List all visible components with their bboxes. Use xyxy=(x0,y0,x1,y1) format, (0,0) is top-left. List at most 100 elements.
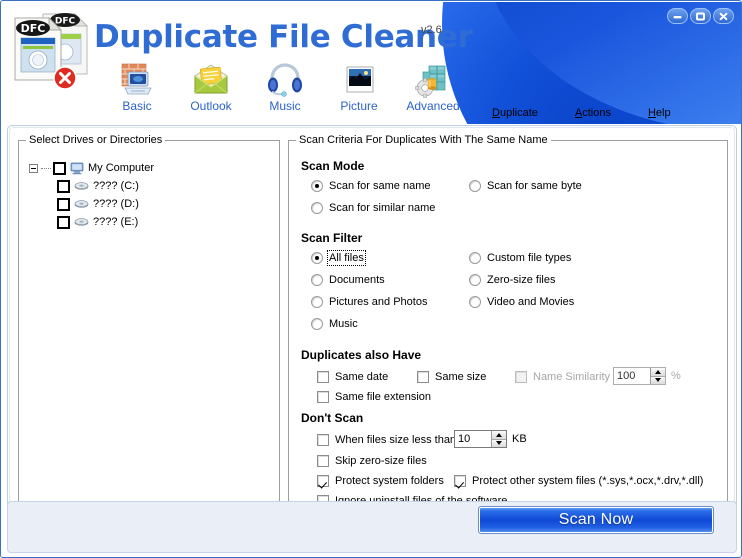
spinner-value[interactable]: 100 xyxy=(614,368,650,384)
toolbar-item-label: Music xyxy=(269,99,301,113)
tree-node-drive-c[interactable]: ???? (C:) xyxy=(29,177,269,195)
kb-unit-label: KB xyxy=(512,433,527,445)
checkbox-skip-zero-size-files[interactable]: Skip zero-size files xyxy=(317,455,427,467)
toolbar-item-outlook[interactable]: Outlook xyxy=(172,60,250,113)
checkbox-label: Protect other system files (*.sys,*.ocx,… xyxy=(472,475,704,487)
checkbox-label: When files size less than xyxy=(335,434,457,446)
checkbox-label: Same file extension xyxy=(335,391,431,403)
checkbox-indicator xyxy=(515,371,527,383)
toolbar-item-music[interactable]: Music xyxy=(246,60,324,113)
radio-label: Zero-size files xyxy=(487,274,556,286)
tree-checkbox[interactable] xyxy=(57,215,70,229)
spinner-value[interactable]: 10 xyxy=(455,431,491,447)
checkbox-label: Same date xyxy=(335,371,389,383)
arrow-up-icon xyxy=(655,369,661,374)
drives-groupbox-title: Select Drives or Directories xyxy=(26,134,166,146)
tree-node-my-computer[interactable]: My Computer xyxy=(29,159,269,177)
drives-groupbox: Select Drives or Directories My Computer… xyxy=(18,134,280,502)
menu-label: elp xyxy=(655,107,671,119)
menu-accel: H xyxy=(647,107,656,119)
toolbar-item-basic[interactable]: Basic xyxy=(98,60,176,113)
menu-accel: D xyxy=(492,107,500,119)
toolbar-item-advanced[interactable]: Advanced xyxy=(394,60,472,113)
scan-criteria-groupbox-title: Scan Criteria For Duplicates With The Sa… xyxy=(296,134,551,146)
checkbox-indicator xyxy=(317,391,329,403)
arrow-down-icon xyxy=(655,378,661,383)
tree-node-label: ???? (D:) xyxy=(93,198,139,210)
spinner-up-button[interactable] xyxy=(492,431,506,440)
menu-item-actions[interactable]: Actions xyxy=(575,107,611,119)
radio-custom-file-types[interactable]: Custom file types xyxy=(469,252,571,264)
application-window: DFC DFC Duplicate File Cleaner v2.6 Basi… xyxy=(0,0,742,558)
page-title: Duplicate File Cleaner xyxy=(94,19,473,55)
radio-documents[interactable]: Documents xyxy=(311,274,385,286)
drive-icon xyxy=(74,181,89,192)
tree-checkbox[interactable] xyxy=(53,161,66,175)
headphones-icon xyxy=(246,60,324,98)
min-file-size-spinner[interactable]: 10 xyxy=(454,430,507,448)
radio-label: Pictures and Photos xyxy=(329,296,428,308)
radio-indicator xyxy=(311,296,323,308)
radio-indicator xyxy=(311,202,323,214)
radio-all-files[interactable]: All files xyxy=(311,250,366,266)
tree-node-drive-d[interactable]: ???? (D:) xyxy=(29,195,269,213)
spinner-down-button[interactable] xyxy=(492,439,506,447)
checkbox-label: Same size xyxy=(435,371,487,383)
checkbox-protect-other-system-files[interactable]: Protect other system files (*.sys,*.ocx,… xyxy=(454,475,703,487)
arrow-down-icon xyxy=(496,441,502,446)
close-button[interactable] xyxy=(713,8,734,24)
drive-icon xyxy=(74,199,89,210)
radio-video-and-movies[interactable]: Video and Movies xyxy=(469,296,574,308)
checkbox-name-similarity[interactable]: Name Similarity xyxy=(515,371,610,383)
radio-label: All files xyxy=(327,250,366,266)
checkbox-indicator xyxy=(317,371,329,383)
dont-scan-heading: Don't Scan xyxy=(301,411,364,425)
maximize-button[interactable] xyxy=(690,8,711,24)
toolbar-item-label: Advanced xyxy=(406,99,460,113)
tree-node-drive-e[interactable]: ???? (E:) xyxy=(29,213,269,231)
expander-collapse-icon[interactable] xyxy=(29,163,38,173)
radio-label: Scan for same name xyxy=(329,180,431,192)
checkbox-same-file-extension[interactable]: Same file extension xyxy=(317,391,431,403)
spinner-down-button[interactable] xyxy=(651,376,665,384)
spinner-up-button[interactable] xyxy=(651,368,665,377)
tree-checkbox[interactable] xyxy=(57,197,70,211)
my-computer-icon xyxy=(70,162,84,175)
blocks-gear-icon xyxy=(394,60,472,98)
tree-checkbox[interactable] xyxy=(57,179,70,193)
firewall-computer-icon xyxy=(98,60,176,98)
name-similarity-spinner[interactable]: 100 xyxy=(613,367,666,385)
spinner-buttons xyxy=(650,368,665,384)
radio-pictures-and-photos[interactable]: Pictures and Photos xyxy=(311,296,427,308)
radio-scan-same-byte[interactable]: Scan for same byte xyxy=(469,180,582,192)
scan-criteria-groupbox: Scan Criteria For Duplicates With The Sa… xyxy=(288,134,728,507)
radio-music[interactable]: Music xyxy=(311,318,358,330)
radio-indicator xyxy=(311,274,323,286)
spinner-buttons xyxy=(491,431,506,447)
checkbox-same-date[interactable]: Same date xyxy=(317,371,388,383)
radio-zero-size-files[interactable]: Zero-size files xyxy=(469,274,555,286)
radio-scan-same-name[interactable]: Scan for same name xyxy=(311,180,431,192)
percent-unit-label: % xyxy=(671,370,681,382)
checkbox-when-files-size-less-than[interactable]: When files size less than xyxy=(317,434,456,446)
duplicates-also-have-heading: Duplicates also Have xyxy=(301,348,422,362)
menu-item-duplicate[interactable]: Duplicate xyxy=(492,107,538,119)
radio-label: Scan for similar name xyxy=(329,202,436,214)
envelope-mail-icon xyxy=(172,60,250,98)
minimize-button[interactable] xyxy=(667,8,688,24)
menu-label: ctions xyxy=(582,107,611,119)
toolbar-item-picture[interactable]: Picture xyxy=(320,60,398,113)
checkbox-protect-system-folders[interactable]: Protect system folders xyxy=(317,475,444,487)
checkbox-label: Skip zero-size files xyxy=(335,455,427,467)
photo-frame-icon xyxy=(320,60,398,98)
menu-item-help[interactable]: Help xyxy=(648,107,671,119)
duplicate-file-cleaner-logo: DFC DFC xyxy=(9,8,95,92)
checkbox-same-size[interactable]: Same size xyxy=(417,371,486,383)
radio-indicator xyxy=(469,296,481,308)
scan-now-button[interactable]: Scan Now xyxy=(478,506,714,534)
checkbox-indicator xyxy=(317,475,329,487)
version-label: v2.6 xyxy=(421,24,442,36)
radio-scan-similar-name[interactable]: Scan for similar name xyxy=(311,202,435,214)
checkbox-indicator xyxy=(454,475,466,487)
radio-label: Music xyxy=(329,318,358,330)
